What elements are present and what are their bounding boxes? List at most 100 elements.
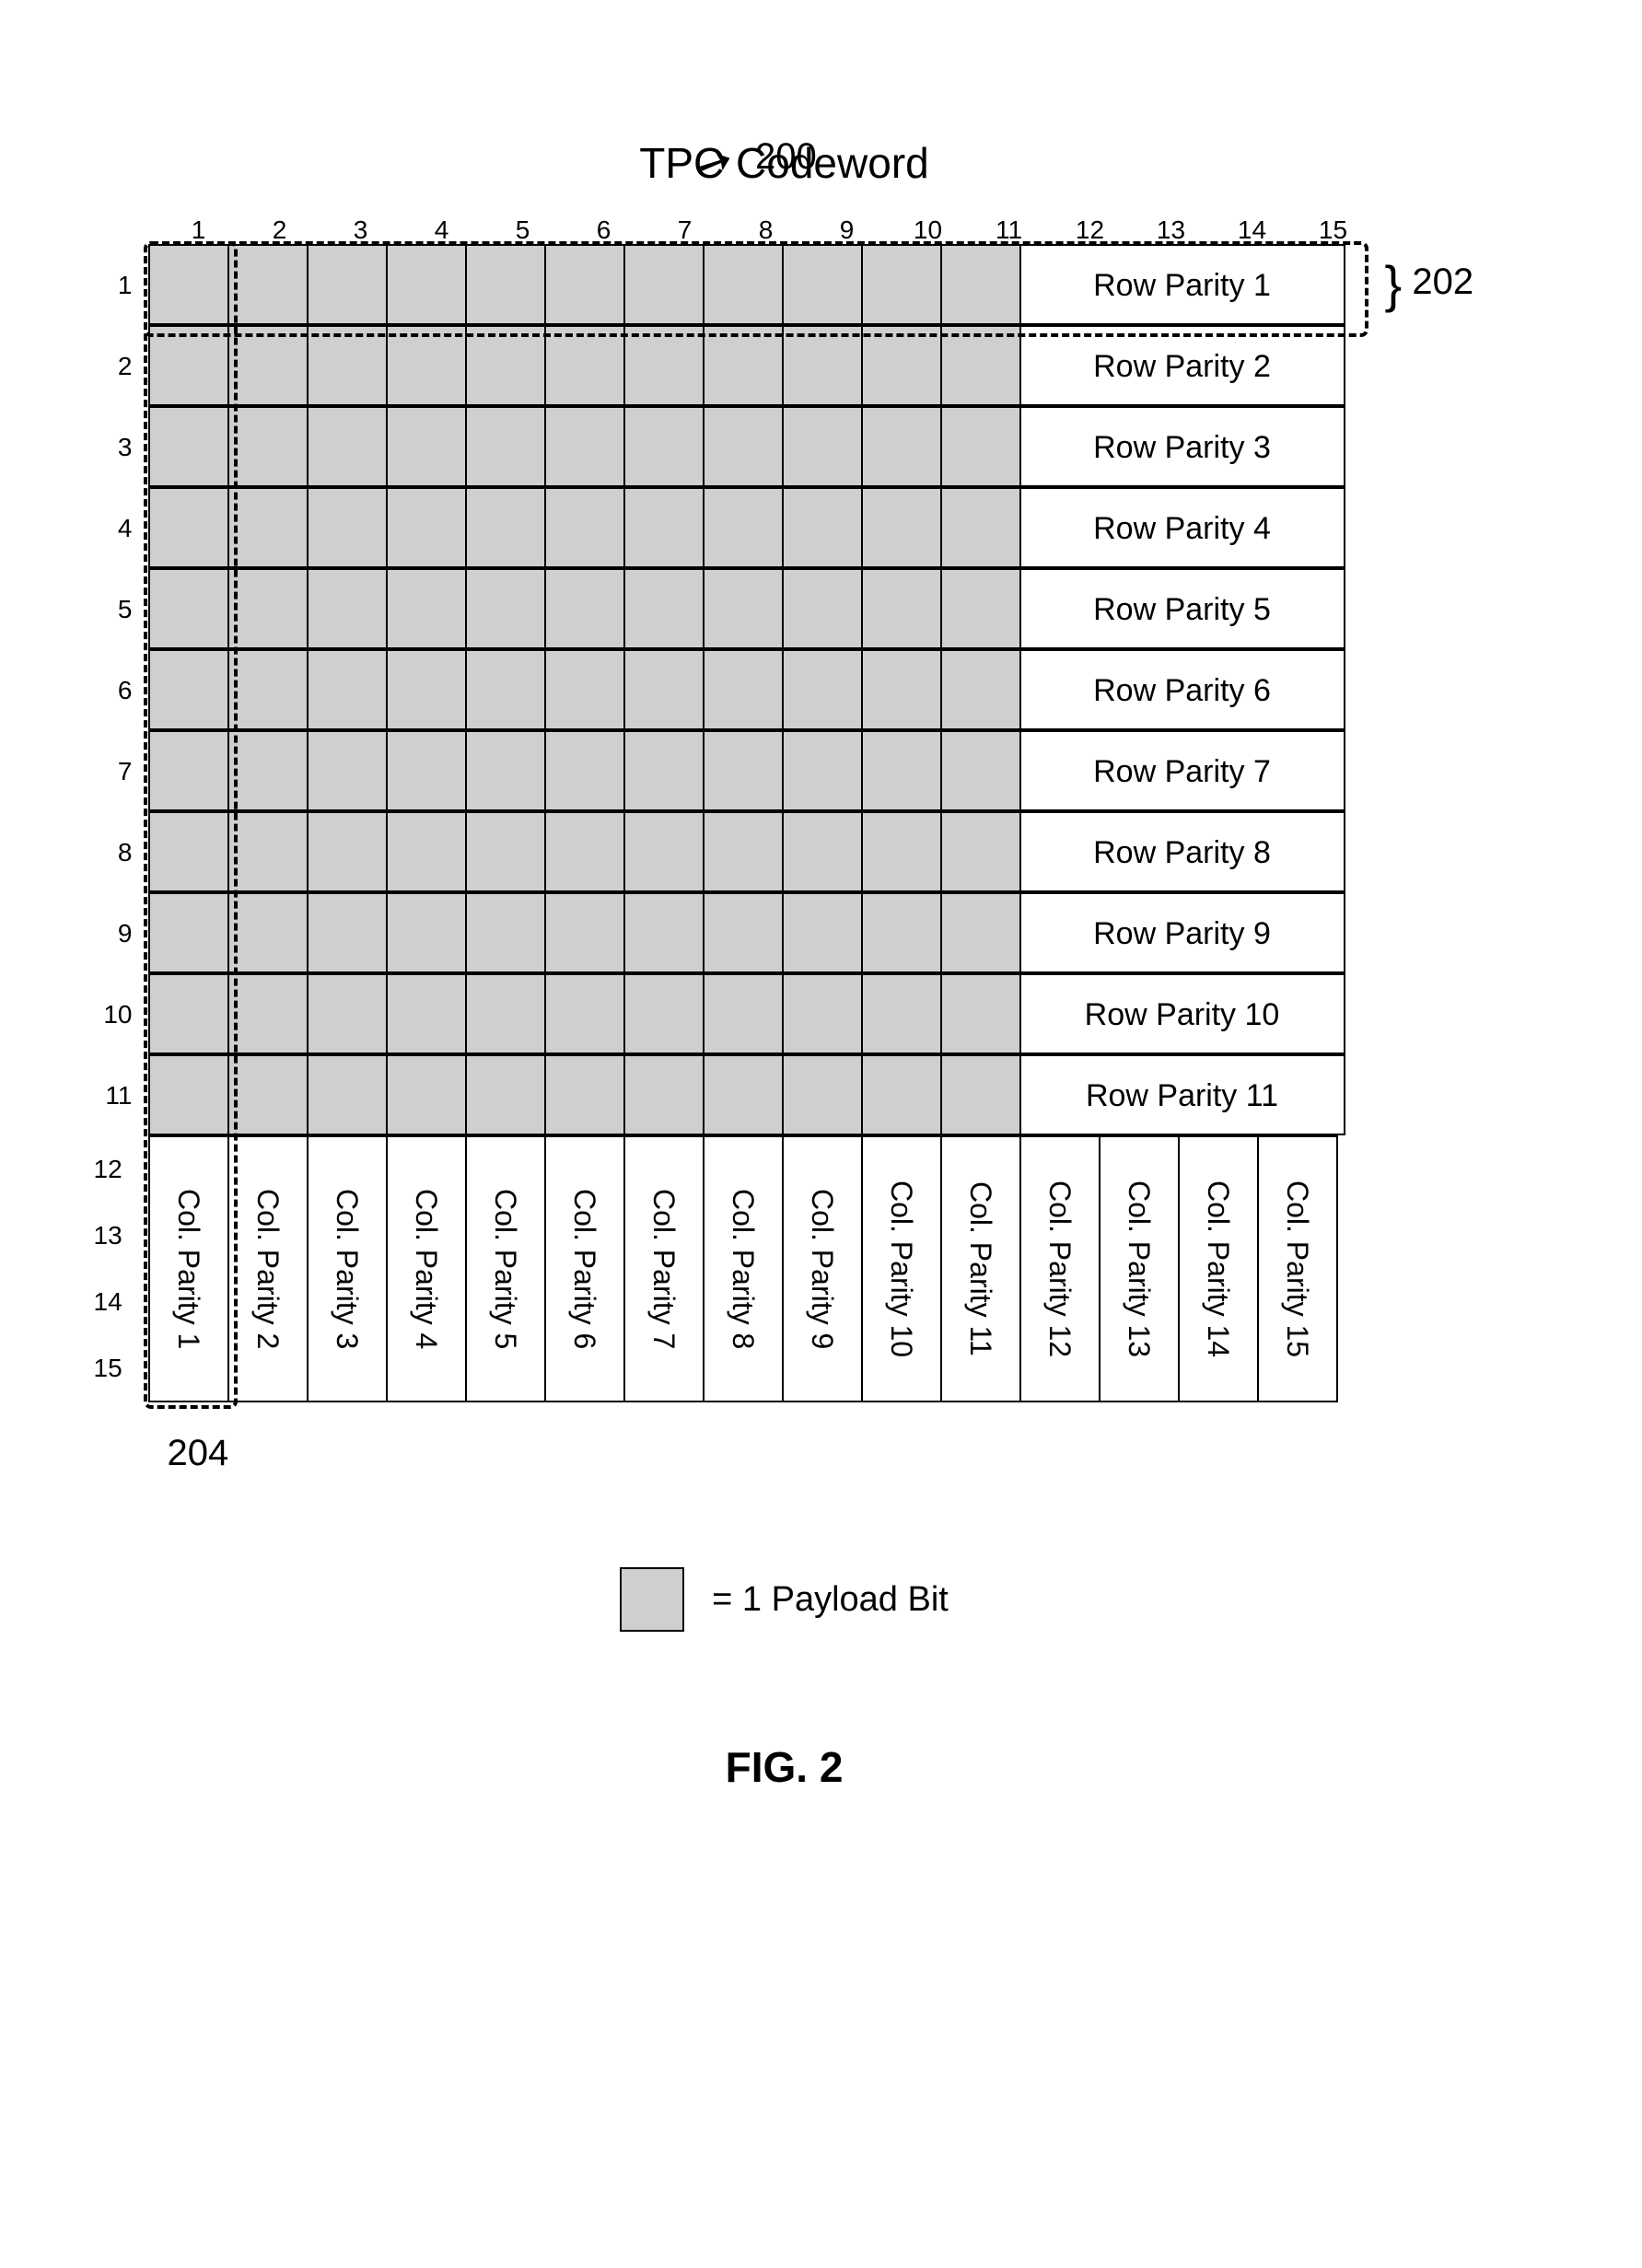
col-header: 1: [158, 215, 239, 245]
payload-cell: [148, 325, 229, 406]
col-parity-cell: Col. Parity 11: [940, 1135, 1021, 1402]
payload-cell: [386, 649, 467, 730]
payload-cell: [148, 973, 229, 1054]
payload-cell: [940, 568, 1021, 649]
payload-cell: [227, 892, 309, 973]
payload-cell: [940, 406, 1021, 487]
payload-cell: [703, 811, 784, 892]
payload-cell: [465, 325, 546, 406]
col-parity-cell: Col. Parity 15: [1257, 1135, 1338, 1402]
payload-cell: [227, 973, 309, 1054]
col-parity-cell: Col. Parity 12: [1019, 1135, 1100, 1402]
grid-row: 5Row Parity 5: [94, 569, 1604, 650]
payload-cell: [782, 973, 863, 1054]
payload-cell: [623, 730, 705, 811]
payload-cell: [386, 730, 467, 811]
payload-cell: [544, 649, 625, 730]
col-parity-cell: Col. Parity 2: [227, 1135, 309, 1402]
payload-cell: [782, 892, 863, 973]
payload-cell: [940, 1054, 1021, 1135]
col-parity-cell: Col. Parity 6: [544, 1135, 625, 1402]
payload-cell: [623, 649, 705, 730]
payload-cell: [465, 406, 546, 487]
grid-row: 2Row Parity 2: [94, 326, 1604, 407]
payload-cell: [940, 487, 1021, 568]
row-parity-cell: Row Parity 6: [1019, 649, 1345, 730]
row-parity-cell: Row Parity 1: [1019, 244, 1345, 325]
payload-cell: [148, 730, 229, 811]
ref-arrow-200: ➚200: [702, 129, 817, 179]
payload-cell: [307, 730, 388, 811]
col-parity-cell: Col. Parity 1: [148, 1135, 229, 1402]
payload-cell: [465, 973, 546, 1054]
payload-cell: [782, 1054, 863, 1135]
payload-cell: [386, 487, 467, 568]
col-header: 13: [1131, 215, 1212, 245]
payload-cell: [703, 406, 784, 487]
payload-cell: [465, 730, 546, 811]
row-label: 6: [94, 650, 149, 731]
col-parity-cell: Col. Parity 9: [782, 1135, 863, 1402]
col-header: 12: [1050, 215, 1131, 245]
payload-cell: [623, 811, 705, 892]
payload-cell: [703, 649, 784, 730]
payload-cell: [703, 973, 784, 1054]
col-header: 14: [1212, 215, 1293, 245]
payload-cell: [465, 487, 546, 568]
payload-cell: [307, 568, 388, 649]
payload-cell: [861, 811, 942, 892]
payload-cell: [623, 244, 705, 325]
col-parity-cell: Col. Parity 8: [703, 1135, 784, 1402]
payload-cell: [861, 568, 942, 649]
row-parity-cell: Row Parity 3: [1019, 406, 1345, 487]
payload-cell: [386, 1054, 467, 1135]
payload-cell: [465, 244, 546, 325]
payload-cell: [861, 649, 942, 730]
grid-row: 4Row Parity 4: [94, 488, 1604, 569]
row-label: 13: [94, 1203, 133, 1269]
figure-label: FIG. 2: [140, 1742, 1429, 1792]
payload-cell: [861, 406, 942, 487]
grid-row: 8Row Parity 8: [94, 812, 1604, 893]
callout-202: } 202: [1385, 254, 1474, 314]
payload-cell: [544, 730, 625, 811]
col-parity-cell: Col. Parity 4: [386, 1135, 467, 1402]
col-parity-cell: Col. Parity 5: [465, 1135, 546, 1402]
payload-cell: [465, 568, 546, 649]
grid-row: 11Row Parity 11: [94, 1055, 1604, 1136]
payload-cell: [782, 568, 863, 649]
row-label: 1: [94, 245, 149, 326]
row-label: 2: [94, 326, 149, 407]
payload-cell: [148, 1054, 229, 1135]
payload-cell: [307, 649, 388, 730]
legend-swatch: [620, 1567, 684, 1632]
payload-cell: [703, 325, 784, 406]
payload-cell: [623, 973, 705, 1054]
row-parity-cell: Row Parity 9: [1019, 892, 1345, 973]
col-header: 2: [239, 215, 320, 245]
payload-cell: [386, 811, 467, 892]
payload-cell: [623, 325, 705, 406]
payload-cell: [148, 892, 229, 973]
col-parity-cell: Col. Parity 14: [1178, 1135, 1259, 1402]
payload-cell: [940, 325, 1021, 406]
payload-cell: [148, 406, 229, 487]
row-parity-cell: Row Parity 7: [1019, 730, 1345, 811]
payload-cell: [782, 811, 863, 892]
row-parity-cell: Row Parity 5: [1019, 568, 1345, 649]
payload-cell: [465, 811, 546, 892]
col-header: 5: [483, 215, 564, 245]
payload-cell: [307, 973, 388, 1054]
grid-row: 7Row Parity 7: [94, 731, 1604, 812]
payload-cell: [386, 892, 467, 973]
payload-cell: [782, 487, 863, 568]
col-header: 8: [726, 215, 807, 245]
payload-cell: [861, 973, 942, 1054]
payload-cell: [703, 1054, 784, 1135]
payload-cell: [307, 487, 388, 568]
payload-cell: [307, 325, 388, 406]
payload-cell: [544, 1054, 625, 1135]
row-label: 10: [94, 974, 149, 1055]
row-parity-cell: Row Parity 8: [1019, 811, 1345, 892]
payload-cell: [623, 487, 705, 568]
